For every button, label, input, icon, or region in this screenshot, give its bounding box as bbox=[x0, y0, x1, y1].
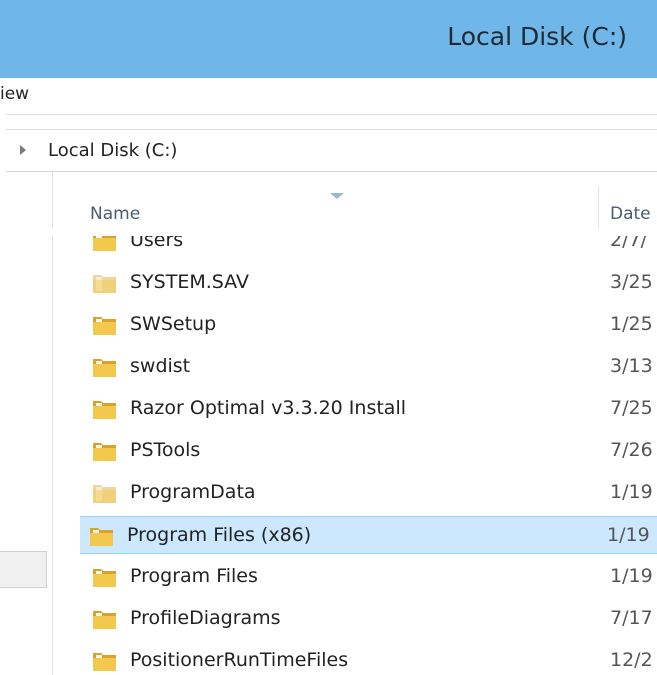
file-name: ProgramData bbox=[130, 481, 256, 503]
header-clip bbox=[52, 228, 657, 236]
file-date: 7/26 bbox=[610, 439, 653, 461]
folder-icon bbox=[93, 485, 116, 503]
file-date: 7/25 bbox=[610, 397, 653, 419]
file-date: 1/19 bbox=[607, 524, 650, 546]
folder-icon bbox=[93, 443, 116, 461]
file-row[interactable]: ProfileDiagrams 7/17 bbox=[80, 600, 657, 638]
file-name: PositionerRunTimeFiles bbox=[130, 649, 349, 671]
file-name: SYSTEM.SAV bbox=[130, 271, 249, 293]
file-date: 7/17 bbox=[610, 607, 653, 629]
file-row[interactable]: SYSTEM.SAV 3/25 bbox=[80, 264, 657, 302]
file-list[interactable]: Users 2/7/SYSTEM.SAV 3/25 SWSetup 1/25 swdist… bbox=[80, 0, 657, 675]
folder-icon bbox=[93, 359, 116, 377]
file-date: 1/19 bbox=[610, 565, 653, 587]
chevron-right-icon[interactable] bbox=[20, 145, 26, 155]
file-name: Razor Optimal v3.3.20 Install bbox=[130, 397, 407, 419]
file-name: ProfileDiagrams bbox=[130, 607, 281, 629]
file-date: 1/19 bbox=[610, 481, 653, 503]
file-row[interactable]: PSTools 7/26 bbox=[80, 432, 657, 470]
folder-icon bbox=[93, 317, 116, 335]
nav-selected-item[interactable] bbox=[0, 551, 47, 588]
file-name: SWSetup bbox=[130, 313, 217, 335]
file-row[interactable]: Program Files 1/19 bbox=[80, 558, 657, 596]
file-row[interactable]: PositionerRunTimeFiles 12/2 bbox=[80, 642, 657, 675]
file-row[interactable]: swdist 3/13 bbox=[80, 348, 657, 386]
file-date: 3/13 bbox=[610, 355, 653, 377]
file-date: 1/25 bbox=[610, 313, 653, 335]
folder-icon bbox=[90, 528, 113, 546]
file-row[interactable]: SWSetup 1/25 bbox=[80, 306, 657, 344]
file-row[interactable]: ProgramData 1/19 bbox=[80, 474, 657, 512]
file-name: Program Files (x86) bbox=[127, 524, 312, 546]
ribbon-tab-view[interactable]: iew bbox=[0, 84, 29, 104]
file-name: Program Files bbox=[130, 565, 258, 587]
file-date: 3/25 bbox=[610, 271, 653, 293]
file-date: 12/2 bbox=[610, 649, 653, 671]
file-name: PSTools bbox=[130, 439, 201, 461]
folder-icon bbox=[93, 611, 116, 629]
folder-icon bbox=[93, 569, 116, 587]
file-name: swdist bbox=[130, 355, 191, 377]
folder-icon bbox=[93, 275, 116, 293]
navigation-pane[interactable] bbox=[0, 172, 53, 675]
folder-icon bbox=[93, 653, 116, 671]
file-row[interactable]: Program Files (x86) 1/19 bbox=[80, 516, 657, 554]
folder-icon bbox=[93, 401, 116, 419]
file-row[interactable]: Razor Optimal v3.3.20 Install 7/25 bbox=[80, 390, 657, 428]
